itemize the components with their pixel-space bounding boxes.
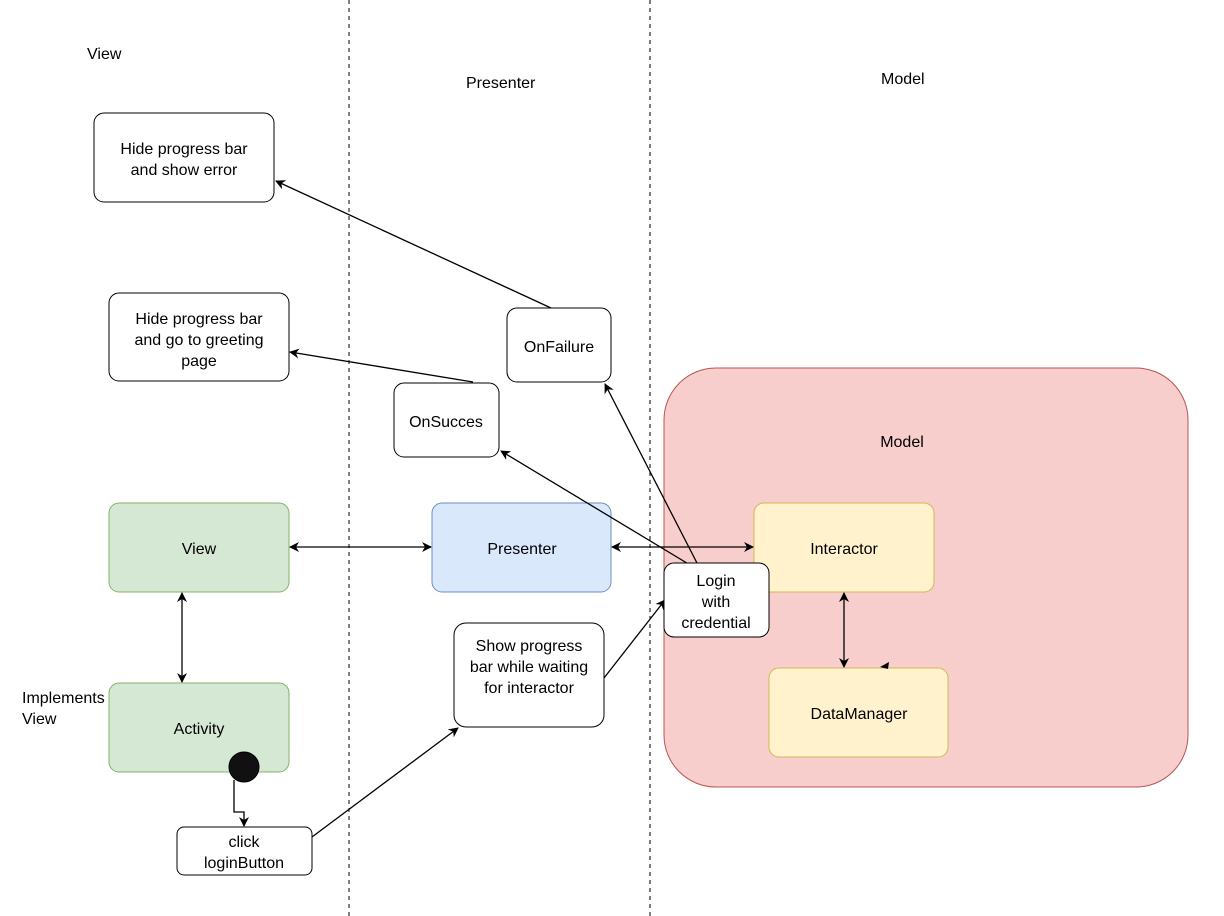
node-login-with-credential[interactable]: Login with credential xyxy=(663,562,770,638)
node-presenter[interactable]: Presenter xyxy=(431,502,612,593)
node-click-login-button[interactable]: click loginButton xyxy=(176,826,313,876)
initial-state-node[interactable] xyxy=(228,751,260,783)
svg-text:Hide progress bar: Hide progress bar xyxy=(135,311,263,328)
svg-text:Interactor: Interactor xyxy=(810,541,878,558)
svg-text:with: with xyxy=(701,594,730,611)
node-show-progress[interactable]: Show progress bar while waiting for inte… xyxy=(453,622,605,728)
lane-label-model: Model xyxy=(881,71,925,88)
edge-failure-to-error xyxy=(275,180,552,309)
svg-text:loginButton: loginButton xyxy=(204,855,284,872)
implements-label: Implements xyxy=(22,690,105,707)
svg-text:credential: credential xyxy=(681,615,750,632)
edge-progress-to-login xyxy=(603,599,666,679)
edge-activity-to-click xyxy=(233,780,249,827)
svg-text:View: View xyxy=(182,541,217,558)
model-container-label: Model xyxy=(880,434,924,451)
node-interactor[interactable]: Interactor xyxy=(753,502,935,593)
svg-text:page: page xyxy=(181,353,217,370)
lane-label-presenter: Presenter xyxy=(466,75,536,92)
implements-label-2: View xyxy=(22,711,57,728)
svg-text:and go to greeting: and go to greeting xyxy=(135,332,264,349)
svg-text:Presenter: Presenter xyxy=(487,541,557,558)
svg-text:Hide progress bar: Hide progress bar xyxy=(120,141,248,158)
svg-text:Show progress: Show progress xyxy=(476,638,583,655)
svg-text:Login: Login xyxy=(696,573,735,590)
node-show-error[interactable]: Hide progress bar and show error xyxy=(93,112,275,203)
svg-text:Activity: Activity xyxy=(174,721,225,738)
svg-text:OnFailure: OnFailure xyxy=(524,339,594,356)
mvp-diagram: View Presenter Model Implements View Mod… xyxy=(22,0,1189,916)
svg-text:OnSucces: OnSucces xyxy=(409,414,483,431)
node-on-success[interactable]: OnSucces xyxy=(393,382,500,458)
edge-click-to-progress xyxy=(311,727,459,838)
node-data-manager[interactable]: DataManager xyxy=(768,667,949,758)
svg-text:DataManager: DataManager xyxy=(811,706,909,723)
node-activity[interactable]: Activity xyxy=(108,682,290,773)
svg-text:bar while waiting: bar while waiting xyxy=(470,659,588,676)
node-on-failure[interactable]: OnFailure xyxy=(506,307,612,383)
svg-text:click: click xyxy=(228,834,260,851)
svg-text:for interactor: for interactor xyxy=(484,680,574,697)
svg-text:and show error: and show error xyxy=(131,162,238,179)
lane-label-view: View xyxy=(87,46,122,63)
edge-success-to-greeting xyxy=(289,348,474,383)
node-greeting[interactable]: Hide progress bar and go to greeting pag… xyxy=(108,292,290,382)
node-view[interactable]: View xyxy=(108,502,290,593)
